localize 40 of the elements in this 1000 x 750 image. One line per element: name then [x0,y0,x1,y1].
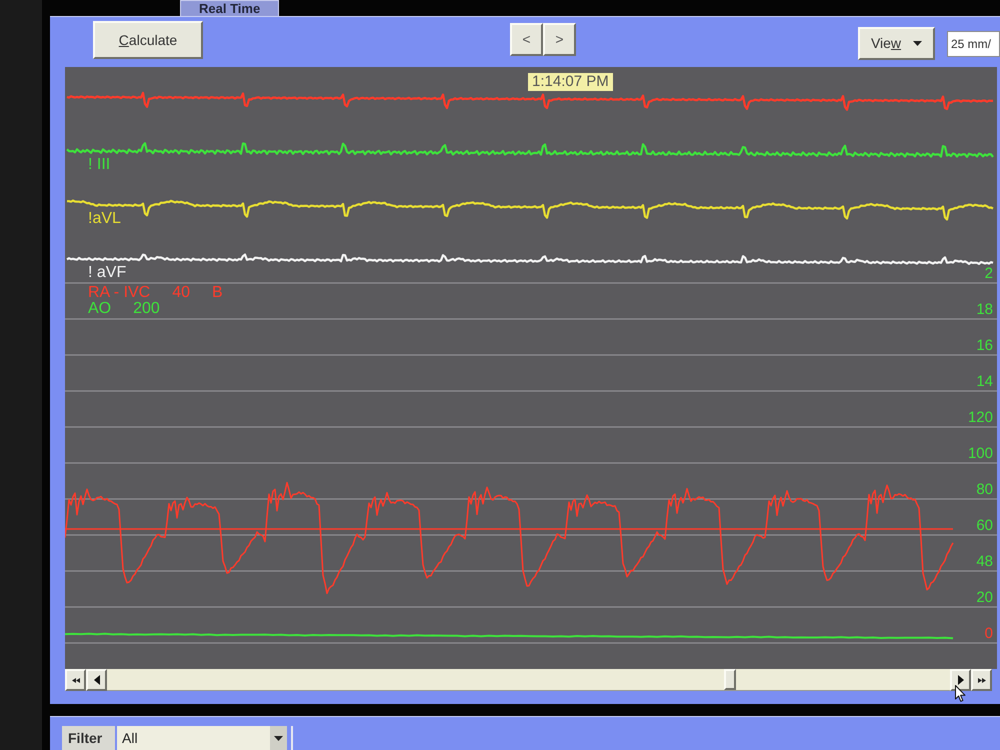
tab[interactable]: Real Time [180,0,280,16]
channel-label: B [212,285,223,301]
nav-button[interactable]: < [510,23,543,56]
scale-label: 20 [976,590,993,606]
lead-label: ! aVF [88,265,126,281]
scroll-start-button[interactable] [65,669,86,691]
lead-label: ! III [88,157,110,173]
scale-label: 14 [976,374,993,390]
channel-label: 200 [133,301,160,317]
scale-label: 48 [976,554,993,570]
scroll-end-button[interactable] [971,669,992,691]
caret-icon [913,41,922,46]
scale-label: 18 [976,302,993,318]
double-triangle-left-icon [72,678,80,682]
caret-icon [270,726,287,750]
scale-label: 16 [976,338,993,354]
double-triangle-right-icon [978,678,986,682]
scale-label: 80 [976,482,993,498]
triangle-left-icon [94,675,100,685]
time-label: 1:14:07 PM [528,73,613,91]
lead-label: !aVL [88,211,121,227]
view-button[interactable]: View [858,27,935,60]
scale-label: 60 [976,518,993,534]
filter-label: Filter [62,726,115,750]
scale-label: 0 [984,626,993,642]
scale-label: 120 [968,410,993,426]
mouse-pointer-icon [955,685,966,702]
scrollbar-thumb[interactable] [724,669,736,690]
channel-label: AO [88,301,112,317]
triangle-right-icon [958,675,964,685]
sweep-speed-field[interactable]: 25 mm/ [947,31,1000,57]
scroll-left-button[interactable] [86,669,107,691]
filter-dropdown[interactable]: All [117,726,287,750]
scroll-right-button[interactable] [950,669,971,691]
channel-label: RA - IVC [88,285,150,301]
scale-label: 100 [968,446,993,462]
nav-button[interactable]: > [543,23,576,56]
calculate-button[interactable]: Calculate [93,21,203,59]
channel-label: 40 [172,285,190,301]
scale-label: 2 [984,266,993,282]
